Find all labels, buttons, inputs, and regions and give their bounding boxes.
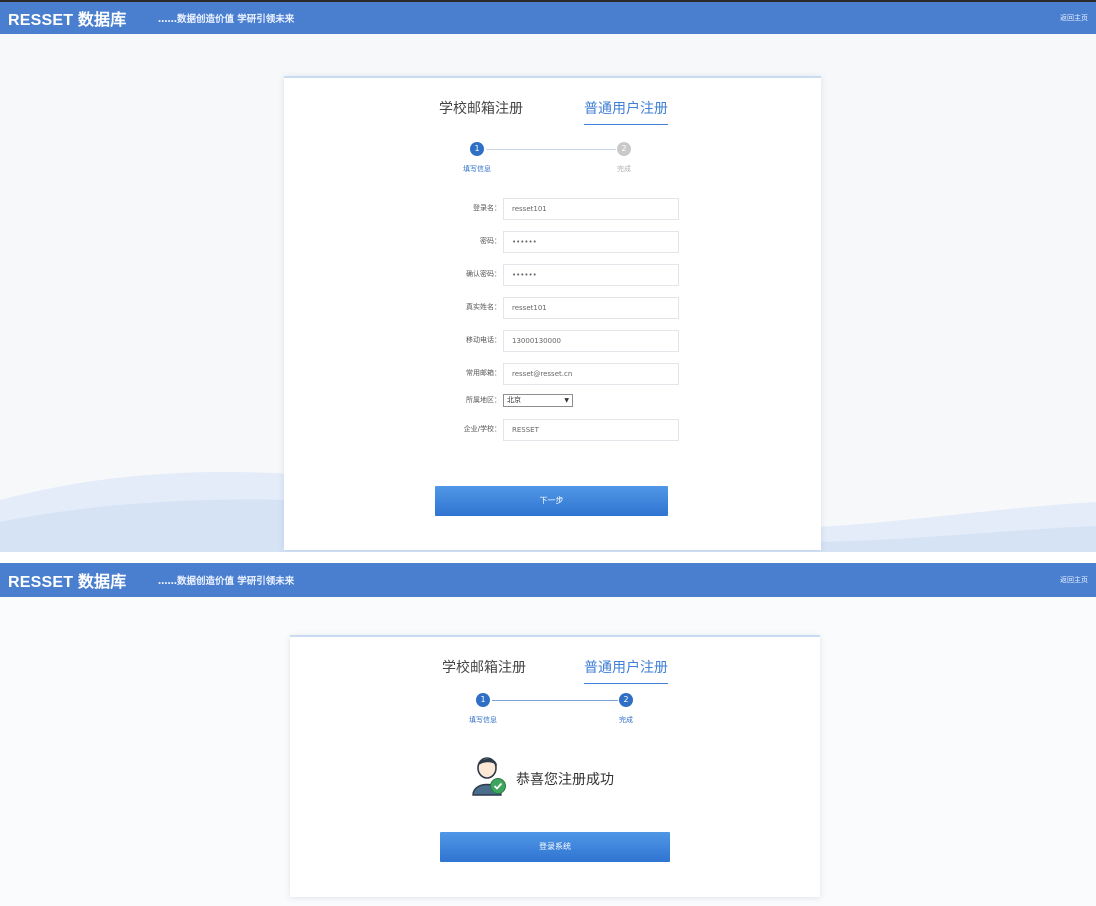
success-message-block: 恭喜您注册成功 — [470, 755, 690, 799]
form-row-login: 登录名： resset101 — [284, 198, 821, 220]
top-header: RESSET 数据库 ……数据创造价值 学研引领未来 返回主页 — [0, 563, 1096, 597]
company-input[interactable]: RESSET — [503, 419, 679, 441]
form-row-phone: 移动电话： 13000130000 — [284, 330, 821, 352]
register-card: 学校邮箱注册 普通用户注册 1 2 填写信息 完成 恭喜您注册成功 登录系统 — [290, 635, 820, 897]
form-row-realname: 真实姓名： resset101 — [284, 297, 821, 319]
form-row-password: 密码： •••••• — [284, 231, 821, 253]
step-1-label: 填写信息 — [463, 165, 491, 173]
realname-label: 真实姓名： — [466, 303, 501, 311]
home-link[interactable]: 返回主页 — [1060, 575, 1088, 585]
register-tabs: 学校邮箱注册 普通用户注册 — [290, 657, 820, 684]
form-row-confirm-password: 确认密码： •••••• — [284, 264, 821, 286]
step-connector — [492, 700, 618, 701]
confirm-password-label: 确认密码： — [466, 270, 501, 278]
home-link[interactable]: 返回主页 — [1060, 13, 1088, 23]
region-select[interactable]: 北京 ▼ — [503, 394, 573, 407]
login-label: 登录名： — [473, 204, 501, 212]
registration-success-screen: RESSET 数据库 ……数据创造价值 学研引领未来 返回主页 学校邮箱注册 普… — [0, 563, 1096, 906]
phone-input[interactable]: 13000130000 — [503, 330, 679, 352]
step-1-icon: 1 — [476, 693, 490, 707]
step-2-icon: 2 — [617, 142, 631, 156]
tab-normal-user[interactable]: 普通用户注册 — [584, 657, 668, 684]
company-label: 企业/学校： — [463, 425, 501, 433]
brand-logo: RESSET 数据库 — [8, 574, 127, 591]
step-2-label: 完成 — [619, 716, 633, 724]
step-connector — [486, 149, 616, 150]
login-system-button[interactable]: 登录系统 — [440, 832, 670, 862]
register-card: 学校邮箱注册 普通用户注册 1 2 填写信息 完成 登录名： resset101… — [284, 76, 821, 550]
slogan: ……数据创造价值 学研引领未来 — [158, 576, 295, 587]
form-row-company: 企业/学校： RESSET — [284, 419, 821, 441]
region-selected-value: 北京 — [507, 396, 521, 404]
step-indicator: 1 2 填写信息 完成 — [290, 693, 820, 733]
success-text: 恭喜您注册成功 — [516, 772, 614, 788]
next-button[interactable]: 下一步 — [435, 486, 668, 516]
email-label: 常用邮箱： — [466, 369, 501, 377]
phone-label: 移动电话： — [466, 336, 501, 344]
step-1-icon: 1 — [470, 142, 484, 156]
top-header: RESSET 数据库 ……数据创造价值 学研引领未来 返回主页 — [0, 2, 1096, 34]
email-input[interactable]: resset@resset.cn — [503, 363, 679, 385]
tab-normal-user[interactable]: 普通用户注册 — [584, 98, 668, 125]
step-indicator: 1 2 填写信息 完成 — [284, 142, 821, 182]
brand-logo: RESSET 数据库 — [8, 12, 127, 29]
password-label: 密码： — [480, 237, 501, 245]
step-2-label: 完成 — [617, 165, 631, 173]
confirm-password-input[interactable]: •••••• — [503, 264, 679, 286]
step-2-icon: 2 — [619, 693, 633, 707]
register-tabs: 学校邮箱注册 普通用户注册 — [284, 98, 821, 125]
form-row-region: 所属地区： 北京 ▼ — [284, 392, 821, 414]
form-row-email: 常用邮箱： resset@resset.cn — [284, 363, 821, 385]
tab-school-email[interactable]: 学校邮箱注册 — [439, 98, 523, 124]
user-check-icon — [472, 757, 506, 796]
slogan: ……数据创造价值 学研引领未来 — [158, 14, 295, 25]
region-label: 所属地区： — [466, 396, 501, 404]
tab-school-email[interactable]: 学校邮箱注册 — [442, 657, 526, 683]
step-1-label: 填写信息 — [469, 716, 497, 724]
password-input[interactable]: •••••• — [503, 231, 679, 253]
login-input[interactable]: resset101 — [503, 198, 679, 220]
chevron-down-icon: ▼ — [564, 397, 569, 404]
realname-input[interactable]: resset101 — [503, 297, 679, 319]
registration-form-screen: RESSET 数据库 ……数据创造价值 学研引领未来 返回主页 学校邮箱注册 普… — [0, 0, 1096, 552]
